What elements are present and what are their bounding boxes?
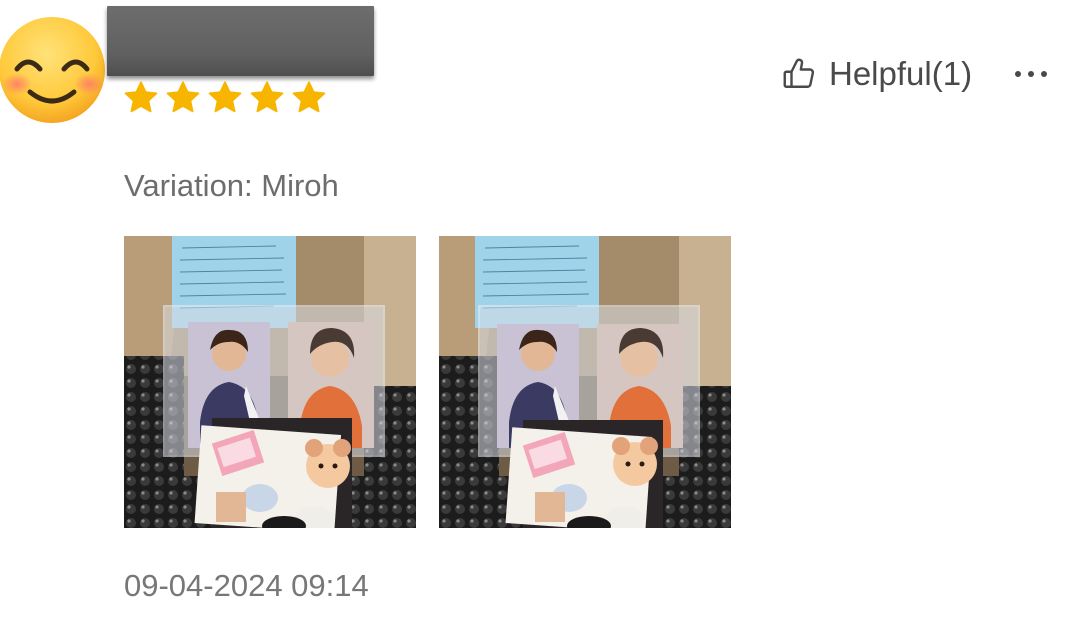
star-icon <box>124 81 158 113</box>
review-timestamp: 09-04-2024 09:14 <box>124 568 369 603</box>
username-redacted <box>107 6 374 76</box>
helpful-button[interactable]: Helpful(1) <box>781 54 972 94</box>
smiling-face-emoji-icon <box>0 17 105 123</box>
more-horizontal-icon[interactable] <box>1013 64 1049 84</box>
star-icon <box>250 81 284 113</box>
review-photo-image <box>124 236 416 528</box>
star-rating <box>122 80 328 116</box>
review-photo[interactable] <box>124 236 416 528</box>
avatar <box>0 14 107 126</box>
thumbs-up-outline-icon <box>783 58 815 88</box>
star-icon <box>208 81 242 113</box>
star-icon <box>166 81 200 113</box>
review-photo[interactable] <box>439 236 731 528</box>
variation-label: Variation: Miroh <box>124 168 339 203</box>
review-photo-image <box>439 236 731 528</box>
helpful-label: Helpful(1) <box>829 55 973 92</box>
star-icon <box>292 81 326 113</box>
